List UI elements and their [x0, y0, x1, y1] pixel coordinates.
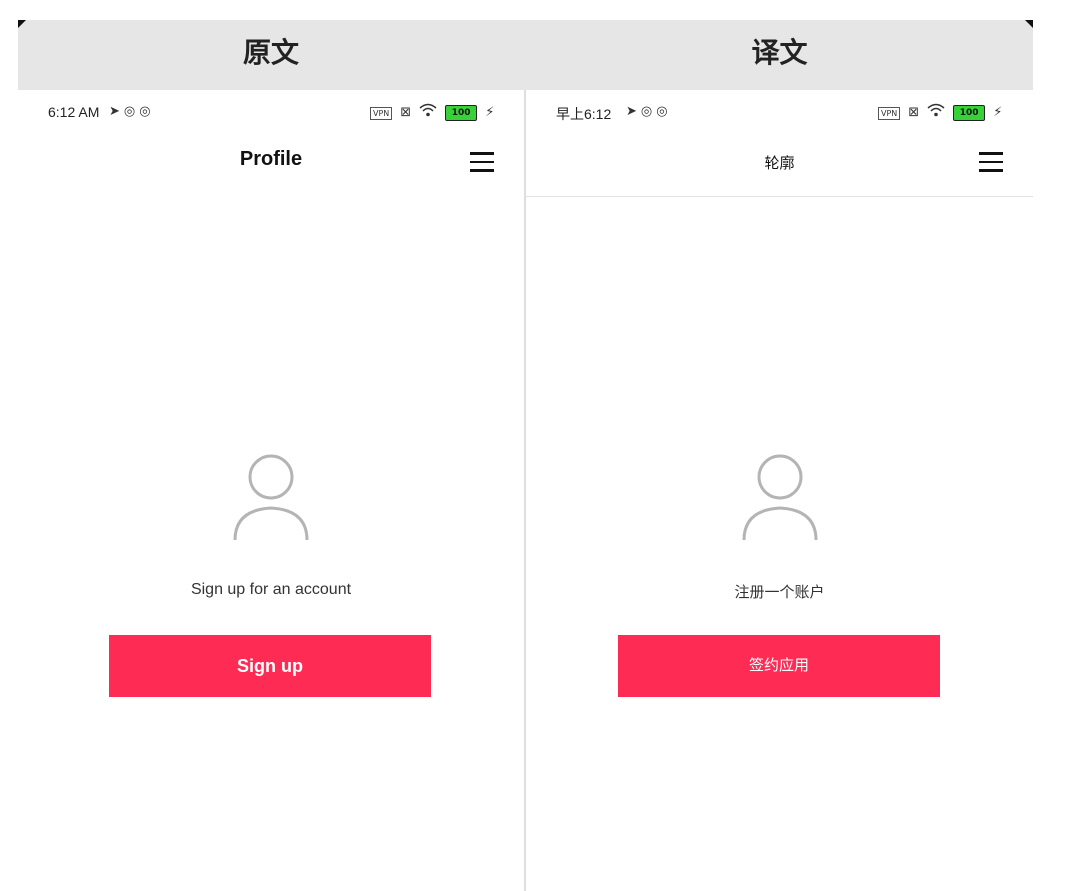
translated-screen: 早上6:12 ➤ ◎ ◎ VPN ⊠ 100 ⚡ 轮廓 注册一个账户 签约应用 [526, 90, 1033, 891]
menu-icon[interactable] [470, 152, 494, 172]
person-icon [742, 454, 818, 541]
page-title: Profile [239, 148, 303, 170]
location-arrow-icon: ➤ [626, 104, 637, 119]
signup-button[interactable]: Sign up [109, 635, 431, 697]
battery-icon: 100 [445, 105, 478, 121]
status-time: 早上6:12 [556, 106, 612, 122]
wifi-icon [419, 103, 437, 123]
no-sim-icon: ⊠ [908, 105, 920, 120]
corner-mark [1025, 20, 1033, 28]
vpn-icon: VPN [370, 106, 393, 120]
status-icons-right: VPN ⊠ 100 ⚡ [370, 103, 494, 123]
status-bar: 早上6:12 ➤ ◎ ◎ VPN ⊠ 100 ⚡ [526, 100, 1033, 126]
menu-icon[interactable] [979, 152, 1003, 172]
wifi-icon [927, 103, 945, 123]
page-title: 轮廓 [764, 155, 795, 172]
nav-divider [526, 196, 1033, 197]
translated-label: 译文 [751, 36, 808, 69]
signup-prompt: 注册一个账户 [734, 584, 825, 601]
sync-icon: ◎ [640, 104, 653, 119]
person-icon [233, 454, 309, 541]
sync-icon: ◎ [656, 104, 668, 119]
location-arrow-icon: ➤ [109, 104, 120, 119]
original-label: 原文 [242, 36, 299, 69]
status-time: 6:12 AM [48, 104, 100, 120]
no-sim-icon: ⊠ [400, 105, 412, 120]
original-screen: 6:12 AM ➤ ◎ ◎ VPN ⊠ 100 ⚡ Profile Sign u… [18, 90, 524, 891]
vpn-icon: VPN [878, 106, 901, 120]
signup-button[interactable]: 签约应用 [618, 635, 940, 697]
status-icons-right: VPN ⊠ 100 ⚡ [878, 103, 1002, 123]
signup-prompt: Sign up for an account [190, 581, 352, 598]
sync-icon: ◎ [139, 104, 151, 119]
status-bar: 6:12 AM ➤ ◎ ◎ VPN ⊠ 100 ⚡ [18, 100, 524, 126]
corner-mark [18, 20, 26, 28]
status-icons-left: ➤ ◎ ◎ [109, 103, 151, 121]
status-icons-left: ➤ ◎ ◎ [626, 103, 668, 121]
sync-icon: ◎ [123, 104, 136, 119]
charging-icon: ⚡ [993, 105, 1003, 120]
battery-icon: 100 [953, 105, 986, 121]
charging-icon: ⚡ [485, 105, 495, 120]
